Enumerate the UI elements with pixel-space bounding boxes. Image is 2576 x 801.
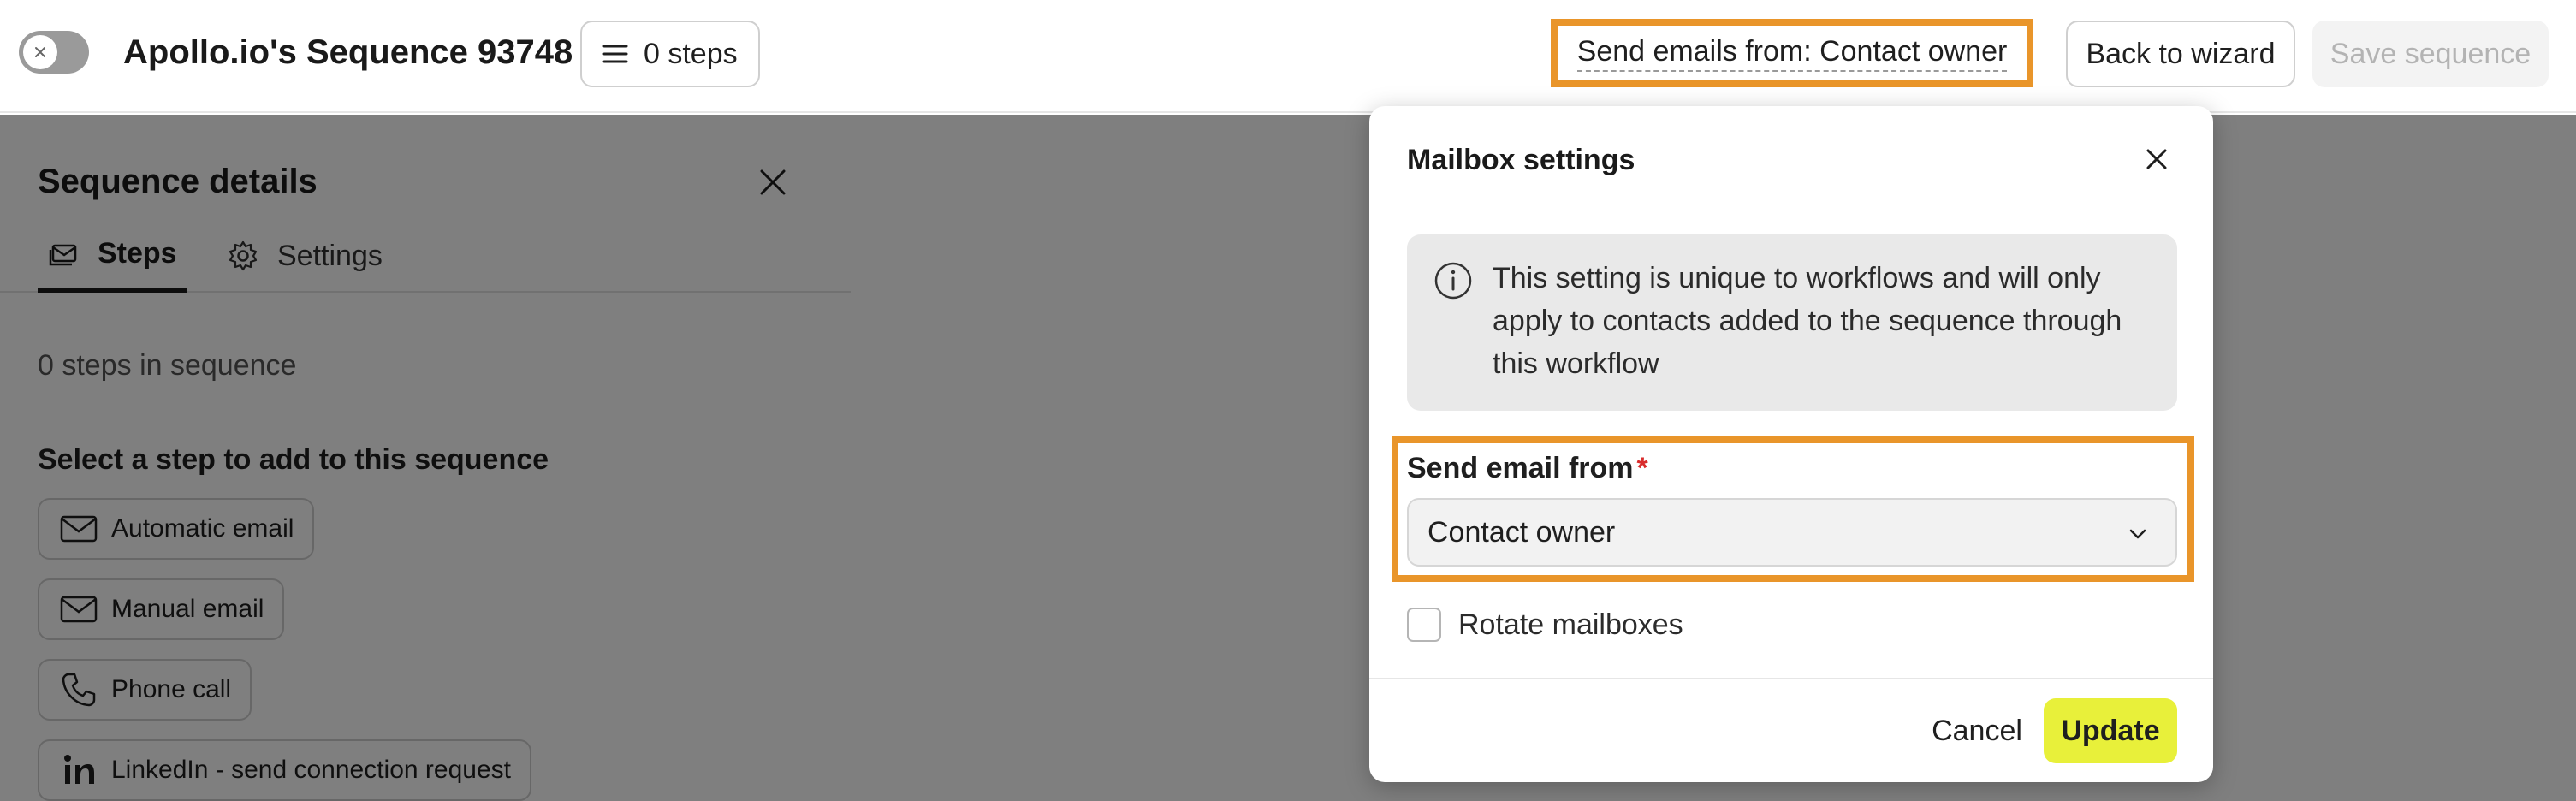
sequence-title: Apollo.io's Sequence 93748	[123, 33, 573, 71]
field-label-text: Send email from	[1407, 452, 1634, 484]
rotate-mailboxes-row[interactable]: Rotate mailboxes	[1407, 606, 1683, 644]
send-email-from-select[interactable]: Contact owner	[1407, 498, 2177, 567]
info-text: This setting is unique to workflows and …	[1493, 262, 2122, 380]
top-bar: Apollo.io's Sequence 93748 0 steps Send …	[0, 0, 2576, 113]
hamburger-menu-icon	[602, 44, 628, 63]
rotate-mailboxes-label: Rotate mailboxes	[1458, 608, 1683, 641]
close-icon	[35, 47, 45, 57]
rotate-mailboxes-checkbox[interactable]	[1407, 608, 1441, 642]
info-icon	[1434, 262, 1472, 300]
required-asterisk: *	[1636, 452, 1648, 484]
toggle-knob	[23, 35, 57, 69]
chevron-down-icon	[2129, 529, 2146, 539]
save-sequence-button[interactable]: Save sequence	[2312, 21, 2549, 87]
mailbox-settings-modal: Mailbox settings This setting is unique …	[1369, 106, 2213, 782]
back-to-wizard-button[interactable]: Back to wizard	[2066, 21, 2295, 87]
update-button[interactable]: Update	[2044, 698, 2177, 763]
modal-title: Mailbox settings	[1407, 144, 1635, 176]
close-icon	[2146, 149, 2167, 169]
select-value: Contact owner	[1427, 515, 1616, 549]
info-callout: This setting is unique to workflows and …	[1407, 234, 2177, 411]
steps-button-label: 0 steps	[644, 37, 738, 70]
cancel-button[interactable]: Cancel	[1896, 698, 2057, 763]
send-email-from-label: Send email from *	[1407, 452, 1648, 485]
modal-footer-divider	[1369, 678, 2213, 679]
send-emails-from-label: Send emails from: Contact owner	[1576, 35, 2008, 72]
steps-button[interactable]: 0 steps	[580, 21, 760, 87]
send-emails-from-button[interactable]: Send emails from: Contact owner	[1551, 19, 2033, 87]
sequence-active-toggle[interactable]	[19, 31, 89, 74]
modal-close-button[interactable]	[2136, 139, 2177, 180]
